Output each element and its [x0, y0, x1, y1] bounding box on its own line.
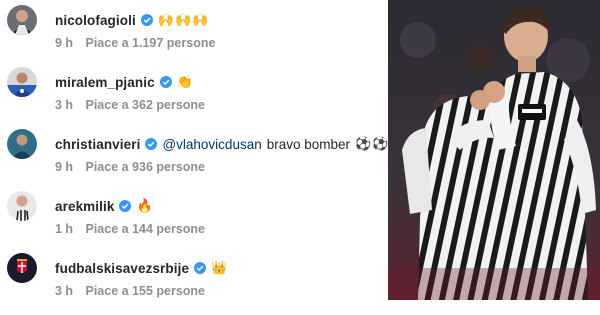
comment-timestamp: 1 h — [55, 222, 74, 236]
verified-badge-icon — [159, 76, 172, 88]
comment-text: 👏 — [176, 74, 194, 89]
username[interactable]: fudbalskisavezsrbije — [55, 261, 189, 276]
user-avatar[interactable] — [7, 191, 37, 221]
comment-item: miralem_pjanic 👏 3 h Piace a 362 persone — [0, 67, 388, 129]
likes-count[interactable]: Piace a 362 persone — [85, 98, 205, 112]
verified-badge-icon — [194, 262, 207, 274]
comment-item: christianvieri @vlahovicdusan bravo bomb… — [0, 129, 388, 191]
user-avatar[interactable] — [7, 253, 37, 283]
comment-text: 🙌🙌🙌 — [157, 12, 210, 27]
comment-timestamp: 9 h — [55, 36, 74, 50]
comments-list: nicolofagioli 🙌🙌🙌 9 h Piace a 1.197 pers… — [0, 0, 388, 300]
username[interactable]: nicolofagioli — [55, 13, 136, 28]
comment-item: nicolofagioli 🙌🙌🙌 9 h Piace a 1.197 pers… — [0, 5, 388, 67]
post-photo — [388, 0, 600, 300]
comment-timestamp: 3 h — [55, 284, 74, 298]
comment-text: 👑 — [211, 260, 229, 275]
comment-timestamp: 3 h — [55, 98, 74, 112]
mention-link[interactable]: @vlahovicdusan — [162, 137, 261, 152]
comment-timestamp: 9 h — [55, 160, 74, 174]
user-avatar[interactable] — [7, 67, 37, 97]
comment-text: 🔥 — [136, 198, 154, 213]
user-avatar[interactable] — [7, 5, 37, 35]
comment-item: fudbalskisavezsrbije 👑 3 h Piace a 155 p… — [0, 253, 388, 315]
username[interactable]: christianvieri — [55, 137, 140, 152]
comment-item: arekmilik 🔥 1 h Piace a 144 persone — [0, 191, 388, 253]
verified-badge-icon — [119, 200, 132, 212]
likes-count[interactable]: Piace a 936 persone — [85, 160, 205, 174]
username[interactable]: arekmilik — [55, 199, 114, 214]
username[interactable]: miralem_pjanic — [55, 75, 155, 90]
likes-count[interactable]: Piace a 1.197 persone — [85, 36, 215, 50]
verified-badge-icon — [145, 138, 158, 150]
likes-count[interactable]: Piace a 155 persone — [85, 284, 205, 298]
user-avatar[interactable] — [7, 129, 37, 159]
comment-text: bravo bomber — [266, 136, 351, 152]
verified-badge-icon — [140, 14, 153, 26]
comment-emoji: ⚽⚽ — [355, 136, 390, 151]
likes-count[interactable]: Piace a 144 persone — [85, 222, 205, 236]
